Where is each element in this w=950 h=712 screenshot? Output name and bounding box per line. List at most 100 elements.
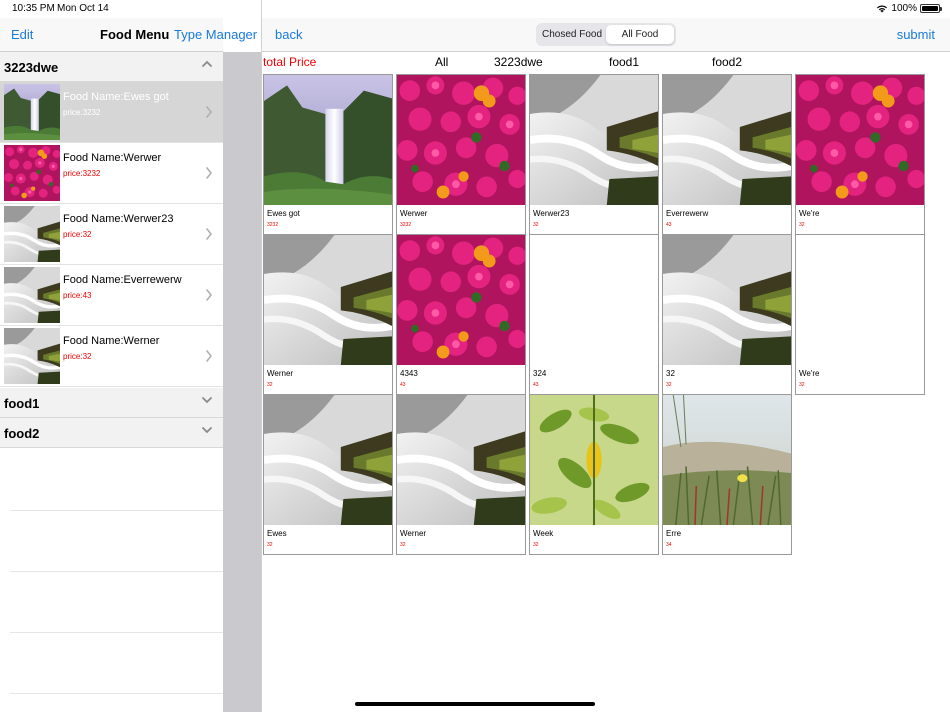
food-name-label: Food Name:Everrewerw (63, 274, 182, 286)
page-title: Food Menu (100, 27, 170, 42)
food-card-price: 32 (799, 222, 805, 228)
food-card-name: Werwer23 (533, 209, 570, 218)
food-card-price: 32 (267, 542, 273, 548)
empty-row-separator (10, 571, 223, 572)
food-name-label: Food Name:Werwer (63, 152, 162, 164)
panel-divider-line (261, 0, 262, 712)
food-card-name: Werwer (400, 209, 428, 218)
chevron-right-icon (206, 350, 213, 362)
food-card-name: Ewes (267, 529, 287, 538)
section-title: 3223dwe (4, 60, 59, 75)
food-card-price: 3232 (267, 222, 279, 228)
food-card[interactable]: Ewes got 3232 (263, 74, 393, 235)
status-indicators: 100% (876, 3, 942, 14)
food-card-price: 34 (666, 542, 672, 548)
empty-row-separator (10, 693, 223, 694)
status-time: 10:35 PM (12, 3, 55, 14)
section-header-food1[interactable]: food1 (0, 388, 223, 418)
food-card-name: 4343 (400, 369, 418, 378)
empty-row-separator (10, 632, 223, 633)
chevron-right-icon (206, 289, 213, 301)
wifi-icon (877, 5, 888, 13)
food-menu-panel: Edit Food Menu Type Manager 3223dwe Food… (0, 0, 257, 712)
food-card[interactable]: Everrewerw 43 (662, 74, 792, 235)
food-card[interactable]: Werwer23 32 (529, 74, 659, 235)
food-card-image (530, 235, 658, 365)
food-list-row[interactable]: Food Name:Werwer price:3232 (0, 143, 223, 204)
filter-bar: total Price All 3223dwe food1 food2 (262, 53, 950, 73)
food-card-name: 32 (666, 369, 675, 378)
status-bar: 10:35 PM Mon Oct 14 100% (0, 0, 950, 18)
food-price-label: price:3232 (63, 169, 101, 178)
chevron-down-icon (202, 427, 212, 434)
food-card[interactable]: Erre 34 (662, 394, 792, 555)
food-list-row[interactable]: Food Name:Everrewerw price:43 (0, 265, 223, 326)
food-card-image (397, 75, 525, 205)
food-card-name: Erre (666, 529, 682, 538)
chevron-right-icon (206, 106, 213, 118)
left-navigation-bar: Edit Food Menu Type Manager (0, 18, 257, 52)
food-card[interactable]: We're 32 (795, 74, 925, 235)
filter-food1[interactable]: food1 (609, 55, 639, 69)
food-price-label: price:3232 (63, 108, 101, 117)
food-name-label: Food Name:Werwer23 (63, 213, 174, 225)
split-divider[interactable] (223, 52, 261, 712)
back-button[interactable]: back (275, 27, 302, 42)
food-card[interactable]: 32 32 (662, 234, 792, 395)
food-thumbnail (4, 267, 60, 323)
food-list-row[interactable]: Food Name:Werner price:32 (0, 326, 223, 387)
chevron-right-icon (206, 228, 213, 240)
food-card-name: We're (799, 369, 820, 378)
food-card-price: 43 (666, 222, 672, 228)
food-card-price: 32 (799, 382, 805, 388)
food-card-name: Werner (267, 369, 294, 378)
food-card-image (796, 235, 924, 365)
food-card-price: 32 (666, 382, 672, 388)
battery-icon (920, 4, 942, 13)
section-header-food2[interactable]: food2 (0, 418, 223, 448)
right-navigation-bar: back Chosed Food All Food submit (262, 18, 950, 52)
status-date: Mon Oct 14 (57, 3, 109, 14)
food-name-label: Food Name:Werner (63, 335, 160, 347)
food-card-image (663, 235, 791, 365)
food-card-image (530, 75, 658, 205)
food-card[interactable]: Week 32 (529, 394, 659, 555)
food-price-label: price:32 (63, 230, 92, 239)
filter-food2[interactable]: food2 (712, 55, 742, 69)
food-card[interactable]: Werner 32 (263, 234, 393, 395)
filter-3223dwe[interactable]: 3223dwe (494, 55, 543, 69)
food-card-image (397, 395, 525, 525)
segment-chosed-food[interactable]: Chosed Food (538, 25, 606, 44)
filter-all[interactable]: All (435, 55, 448, 69)
type-manager-button[interactable]: Type Manager (174, 27, 257, 42)
food-card-name: Ewes got (267, 209, 300, 218)
food-card-name: Week (533, 529, 554, 538)
food-name-label: Food Name:Ewes got (63, 91, 169, 103)
food-card-price: 43 (400, 382, 406, 388)
segment-all-food[interactable]: All Food (606, 25, 674, 44)
food-card-name: We're (799, 209, 820, 218)
food-card-price: 3232 (400, 222, 412, 228)
edit-button[interactable]: Edit (11, 27, 33, 42)
food-card-name: 324 (533, 369, 547, 378)
food-card[interactable]: Werwer 3232 (396, 74, 526, 235)
food-card-price: 32 (533, 542, 539, 548)
chevron-right-icon (206, 167, 213, 179)
section-header-3223dwe[interactable]: 3223dwe (0, 52, 223, 82)
food-list-row[interactable]: Food Name:Ewes got price:3232 (0, 82, 223, 143)
food-card-name: Everrewerw (666, 209, 709, 218)
total-price-label: total Price (263, 55, 317, 69)
food-card[interactable]: 324 43 (529, 234, 659, 395)
chevron-up-icon (202, 60, 212, 67)
food-card-price: 43 (533, 382, 539, 388)
home-indicator[interactable] (355, 702, 595, 706)
food-card[interactable]: Werner 32 (396, 394, 526, 555)
food-card[interactable]: Ewes 32 (263, 394, 393, 555)
submit-button[interactable]: submit (897, 27, 935, 42)
food-card[interactable]: 4343 43 (396, 234, 526, 395)
food-card[interactable]: We're 32 (795, 234, 925, 395)
food-list-row[interactable]: Food Name:Werwer23 price:32 (0, 204, 223, 265)
food-thumbnail (4, 84, 60, 140)
section-title: food2 (4, 426, 40, 441)
chevron-down-icon (202, 397, 212, 404)
